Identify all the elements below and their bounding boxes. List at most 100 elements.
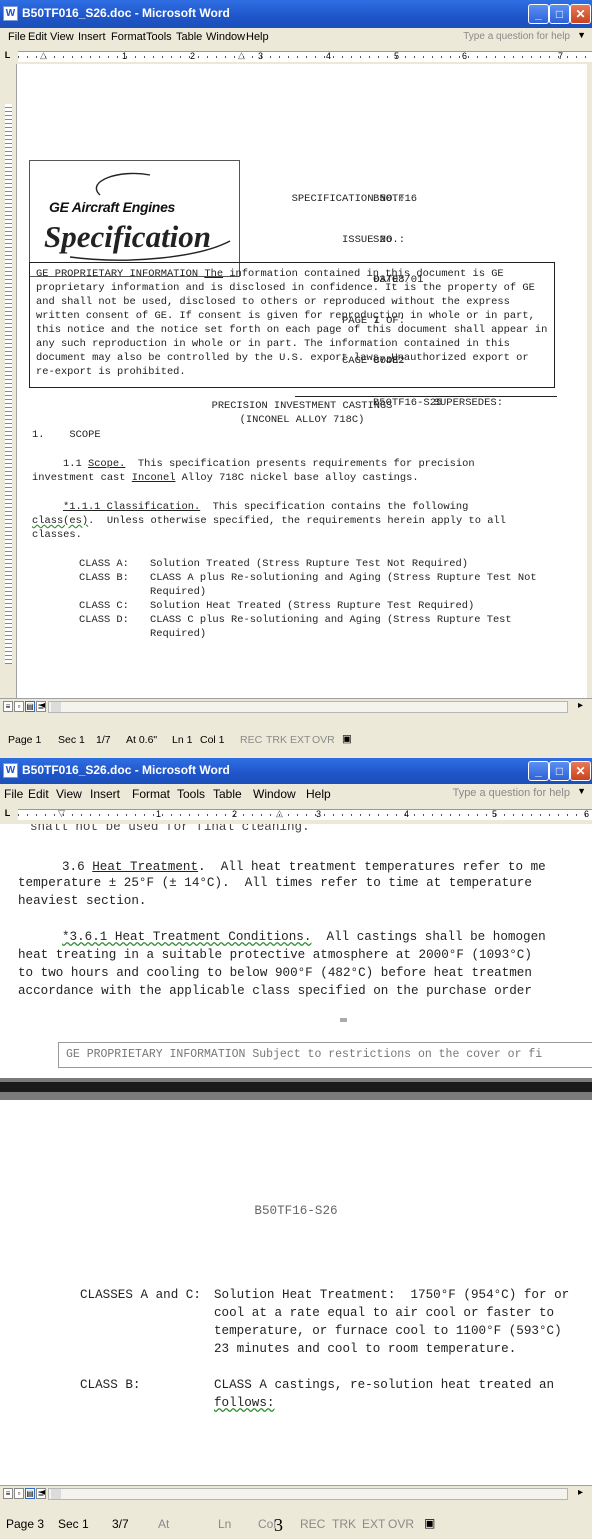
status-line: Ln <box>218 1517 232 1531</box>
ruler-number: 6 <box>462 51 468 61</box>
status-ext[interactable]: EXT <box>290 734 310 746</box>
status-ext[interactable]: EXT <box>362 1517 385 1531</box>
menu-format[interactable]: Format <box>132 787 170 801</box>
classes-word: class(es) <box>32 515 89 527</box>
class-b-line1: CLASS A castings, re-solution heat treat… <box>214 1378 555 1392</box>
status-ovr[interactable]: OVR <box>312 734 335 746</box>
status-rec[interactable]: REC <box>240 734 262 746</box>
print-layout-icon[interactable]: ▤ <box>25 1488 35 1499</box>
print-layout-icon[interactable]: ▤ <box>25 701 35 712</box>
ruler-number: 1 <box>122 51 128 61</box>
spelling-status-icon[interactable]: ▣ <box>342 733 352 745</box>
status-line: Ln 1 <box>172 734 193 746</box>
ruler-number: 2 <box>232 809 238 819</box>
menu-table[interactable]: Table <box>176 31 202 43</box>
title-bar[interactable]: W B50TF016_S26.doc - Microsoft Word _ □ … <box>0 0 592 28</box>
tab-selector-icon[interactable]: L <box>2 50 13 61</box>
word-app-icon: W <box>3 6 18 21</box>
status-ovr[interactable]: OVR <box>388 1517 414 1531</box>
status-page: Page 1 <box>8 734 42 746</box>
scroll-left-icon[interactable]: ◂ <box>40 1487 45 1498</box>
maximize-button[interactable]: □ <box>549 4 570 24</box>
para-3-6-1-line2: heat treating in a suitable protective a… <box>18 948 532 962</box>
spelling-status-icon[interactable]: ▣ <box>424 1516 435 1530</box>
class-d-desc: CLASS C plus Re-solutioning and Aging (S… <box>150 614 512 626</box>
page-bottom-margin <box>0 1018 592 1038</box>
menu-help[interactable]: Help <box>246 31 269 43</box>
scroll-right-icon[interactable]: ▸ <box>578 1487 583 1498</box>
menu-format[interactable]: Format <box>111 31 146 43</box>
para-1-1-line1: 1.1 Scope. This specification presents r… <box>63 458 475 470</box>
inconel-word: Inconel <box>131 472 176 484</box>
menu-help[interactable]: Help <box>306 787 331 801</box>
status-at: At 0.6" <box>126 734 158 746</box>
minimize-button[interactable]: _ <box>528 761 549 781</box>
indent-marker-icon[interactable]: △ <box>40 50 47 61</box>
para-3-6-1-line3: to two hours and cooling to below 900°F … <box>18 966 532 980</box>
right-indent-marker-icon[interactable]: △ <box>238 50 245 61</box>
para-1-1-1-line3: classes. <box>32 529 82 541</box>
horizontal-ruler[interactable]: L △ △ 1 2 3 4 5 6 7 <box>0 48 592 65</box>
menu-window[interactable]: Window <box>253 787 296 801</box>
status-section: Sec 1 <box>58 1517 89 1531</box>
menu-tools[interactable]: Tools <box>146 31 172 43</box>
menu-view[interactable]: View <box>50 31 74 43</box>
menu-window[interactable]: Window <box>206 31 245 43</box>
menu-edit[interactable]: Edit <box>28 787 49 801</box>
classes-ac-line4: 23 minutes and cool to room temperature. <box>214 1342 517 1356</box>
scroll-right-icon[interactable]: ▸ <box>578 700 583 711</box>
menu-file[interactable]: File <box>8 31 26 43</box>
heat-treatment-conditions-heading: *3.6.1 Heat Treatment Conditions. <box>62 930 312 944</box>
class-b-desc-cont: Required) <box>150 586 207 598</box>
status-section: Sec 1 <box>58 734 85 746</box>
class-d-desc-cont: Required) <box>150 628 207 640</box>
help-search-input[interactable]: Type a question for help <box>453 787 570 799</box>
document-page-lower[interactable]: B50TF16-S26 CLASSES A and C: Solution He… <box>0 1100 592 1485</box>
ruler-number: 4 <box>404 809 410 819</box>
vertical-scrollbar[interactable] <box>587 64 592 698</box>
class-a-desc: Solution Treated (Stress Rupture Test No… <box>150 558 469 570</box>
menu-tools[interactable]: Tools <box>177 787 205 801</box>
page-number-overlay: 3 <box>274 1515 283 1535</box>
class-b-label: CLASS B: <box>79 572 129 584</box>
word-app-icon: W <box>3 763 18 778</box>
web-view-icon[interactable]: ▫ <box>14 701 24 712</box>
normal-view-icon[interactable]: ≡ <box>3 701 13 712</box>
tab-selector-icon[interactable]: L <box>2 808 13 819</box>
menu-file[interactable]: File <box>4 787 23 801</box>
normal-view-icon[interactable]: ≡ <box>3 1488 13 1499</box>
horizontal-ruler[interactable]: L ▽ △ 1 2 3 4 5 6 <box>0 806 592 825</box>
ruler-number: 5 <box>492 809 498 819</box>
document-page-upper[interactable]: shall not be used for final cleaning. 3.… <box>0 824 592 1018</box>
help-search-input[interactable]: Type a question for help <box>463 31 570 42</box>
menu-insert[interactable]: Insert <box>78 31 106 43</box>
right-indent-marker-icon[interactable]: △ <box>276 808 283 819</box>
doc-title-line2: (INCONEL ALLOY 718C) <box>239 414 365 426</box>
close-button[interactable]: ✕ <box>570 761 591 781</box>
menu-insert[interactable]: Insert <box>90 787 120 801</box>
title-bar[interactable]: W B50TF016_S26.doc - Microsoft Word _ □ … <box>0 758 592 784</box>
indent-marker-icon[interactable]: ▽ <box>58 808 65 819</box>
ruler-area: ▽ △ 1 2 3 4 5 6 <box>18 808 592 820</box>
minimize-button[interactable]: _ <box>528 4 549 24</box>
menu-table[interactable]: Table <box>213 787 242 801</box>
status-rec[interactable]: REC <box>300 1517 325 1531</box>
status-trk[interactable]: TRK <box>266 734 287 746</box>
horizontal-scrollbar[interactable] <box>48 1488 568 1500</box>
menu-edit[interactable]: Edit <box>28 31 47 43</box>
logo-line1: GE Aircraft Engines <box>49 199 176 215</box>
status-page: Page 3 <box>6 1517 45 1531</box>
menu-view[interactable]: View <box>56 787 82 801</box>
status-trk[interactable]: TRK <box>332 1517 356 1531</box>
document-page[interactable]: GE Aircraft Engines Specification SPECIF… <box>17 64 587 698</box>
help-dropdown-icon[interactable]: ▼ <box>577 786 586 796</box>
close-button[interactable]: ✕ <box>570 4 591 24</box>
doc-title-line1: PRECISION INVESTMENT CASTINGS <box>211 400 393 412</box>
para-3-6-1-line4: accordance with the applicable class spe… <box>18 984 532 998</box>
help-dropdown-icon[interactable]: ▼ <box>577 30 586 40</box>
horizontal-scrollbar[interactable] <box>48 701 568 713</box>
scroll-left-icon[interactable]: ◂ <box>40 700 45 711</box>
vertical-ruler[interactable] <box>0 64 17 698</box>
maximize-button[interactable]: □ <box>549 761 570 781</box>
web-view-icon[interactable]: ▫ <box>14 1488 24 1499</box>
